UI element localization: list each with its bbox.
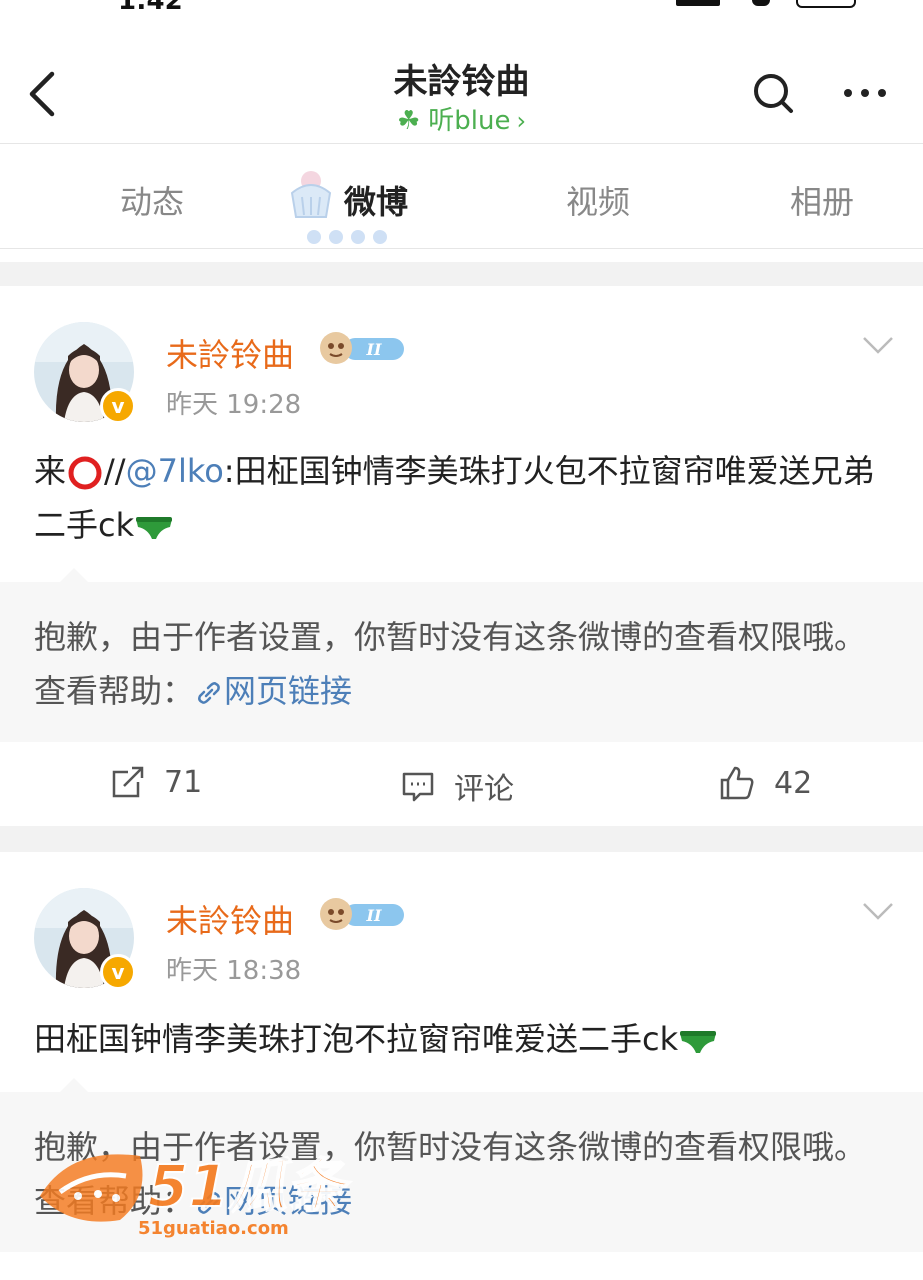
user-name[interactable]: 未詅铃曲	[166, 896, 294, 942]
post-text-prefix: 来	[34, 452, 67, 490]
repost-icon	[112, 766, 144, 798]
tab-video[interactable]: 视频	[566, 177, 630, 223]
thumbs-up-icon	[720, 766, 754, 800]
repost-notice: 抱歉，由于作者设置，你暂时没有这条微博的查看权限哦。查看帮助：网页链接	[34, 610, 894, 718]
post-text: 田柾国钟情李美珠打泡不拉窗帘唯爱送二手ck	[34, 1012, 894, 1066]
member-level-badge-icon: II	[320, 898, 404, 930]
verified-badge: v	[100, 388, 136, 424]
hearts-decoration-icon	[307, 230, 387, 244]
green-underwear-icon	[136, 517, 173, 539]
like-button[interactable]: 42	[718, 764, 812, 802]
web-link-label: 网页链接	[224, 672, 353, 710]
user-name[interactable]: 未詅铃曲	[166, 330, 294, 376]
repost-notch	[60, 568, 88, 582]
nav-bar: 未詅铃曲 ☘ 听blue ›	[0, 40, 923, 144]
post-time: 昨天 18:38	[166, 956, 302, 986]
mention-link[interactable]: @7lko	[126, 452, 224, 490]
member-level-badge-icon: II	[320, 332, 404, 364]
section-divider	[0, 262, 923, 286]
verified-badge: v	[100, 954, 136, 990]
chevron-down-icon[interactable]	[860, 900, 896, 922]
clover-icon: ☘	[396, 106, 421, 136]
chevron-down-icon[interactable]	[860, 334, 896, 356]
profile-tabs: 动态 微博 视频 相册	[0, 145, 923, 249]
svg-text:II: II	[366, 906, 382, 925]
repost-notch	[60, 1078, 88, 1092]
wifi-icon	[752, 0, 770, 6]
comment-label: 评论	[454, 772, 514, 807]
tab-album[interactable]: 相册	[790, 177, 854, 223]
battery-icon	[796, 0, 856, 8]
status-bar: 1:42	[0, 0, 923, 16]
tab-weibo[interactable]: 微博	[344, 177, 408, 223]
post-text-sep: //	[104, 452, 126, 490]
post-text-body: 田柾国钟情李美珠打泡不拉窗帘唯爱送二手ck	[34, 1020, 679, 1058]
more-dots-icon[interactable]	[840, 70, 890, 116]
repost-count: 71	[164, 764, 203, 800]
like-count: 42	[774, 765, 813, 801]
web-link[interactable]: 网页链接	[194, 672, 352, 710]
signal-icon	[676, 0, 720, 6]
status-time: 1:42	[118, 0, 183, 16]
svg-text:II: II	[366, 340, 382, 359]
cupcake-icon	[290, 171, 332, 218]
repost-button[interactable]: 71	[110, 764, 202, 800]
watermark-site: 51guatiao.com	[138, 1218, 289, 1239]
post-text: 来//@7lko:田柾国钟情李美珠打火包不拉窗帘唯爱送兄弟二手ck	[34, 444, 894, 552]
link-icon	[198, 682, 220, 704]
repost-box: 抱歉，由于作者设置，你暂时没有这条微博的查看权限哦。查看帮助：网页链接	[0, 568, 923, 742]
post-time: 昨天 19:28	[166, 390, 302, 420]
red-circle-icon	[68, 456, 102, 490]
watermark-brand: 51瓜条	[148, 1152, 352, 1220]
search-icon[interactable]	[750, 70, 796, 116]
watermark-logo: 51瓜条 51guatiao.com	[40, 1151, 353, 1239]
repost-notice-text: 抱歉，由于作者设置，你暂时没有这条微博的查看权限哦。查看帮助：	[34, 618, 867, 710]
comment-icon	[402, 772, 434, 802]
post-action-bar: 71 评论 42	[0, 742, 923, 826]
post-card: v 未詅铃曲 II 昨天 19:28 来//@7lko:田柾国钟情李美珠打火包不…	[0, 286, 923, 742]
section-divider	[0, 826, 923, 852]
music-subtitle: 听blue	[428, 106, 511, 136]
tab-dynamics[interactable]: 动态	[120, 177, 184, 223]
comment-button[interactable]: 评论	[400, 764, 514, 808]
green-underwear-icon	[680, 1031, 717, 1053]
chevron-right-icon: ›	[516, 107, 527, 135]
